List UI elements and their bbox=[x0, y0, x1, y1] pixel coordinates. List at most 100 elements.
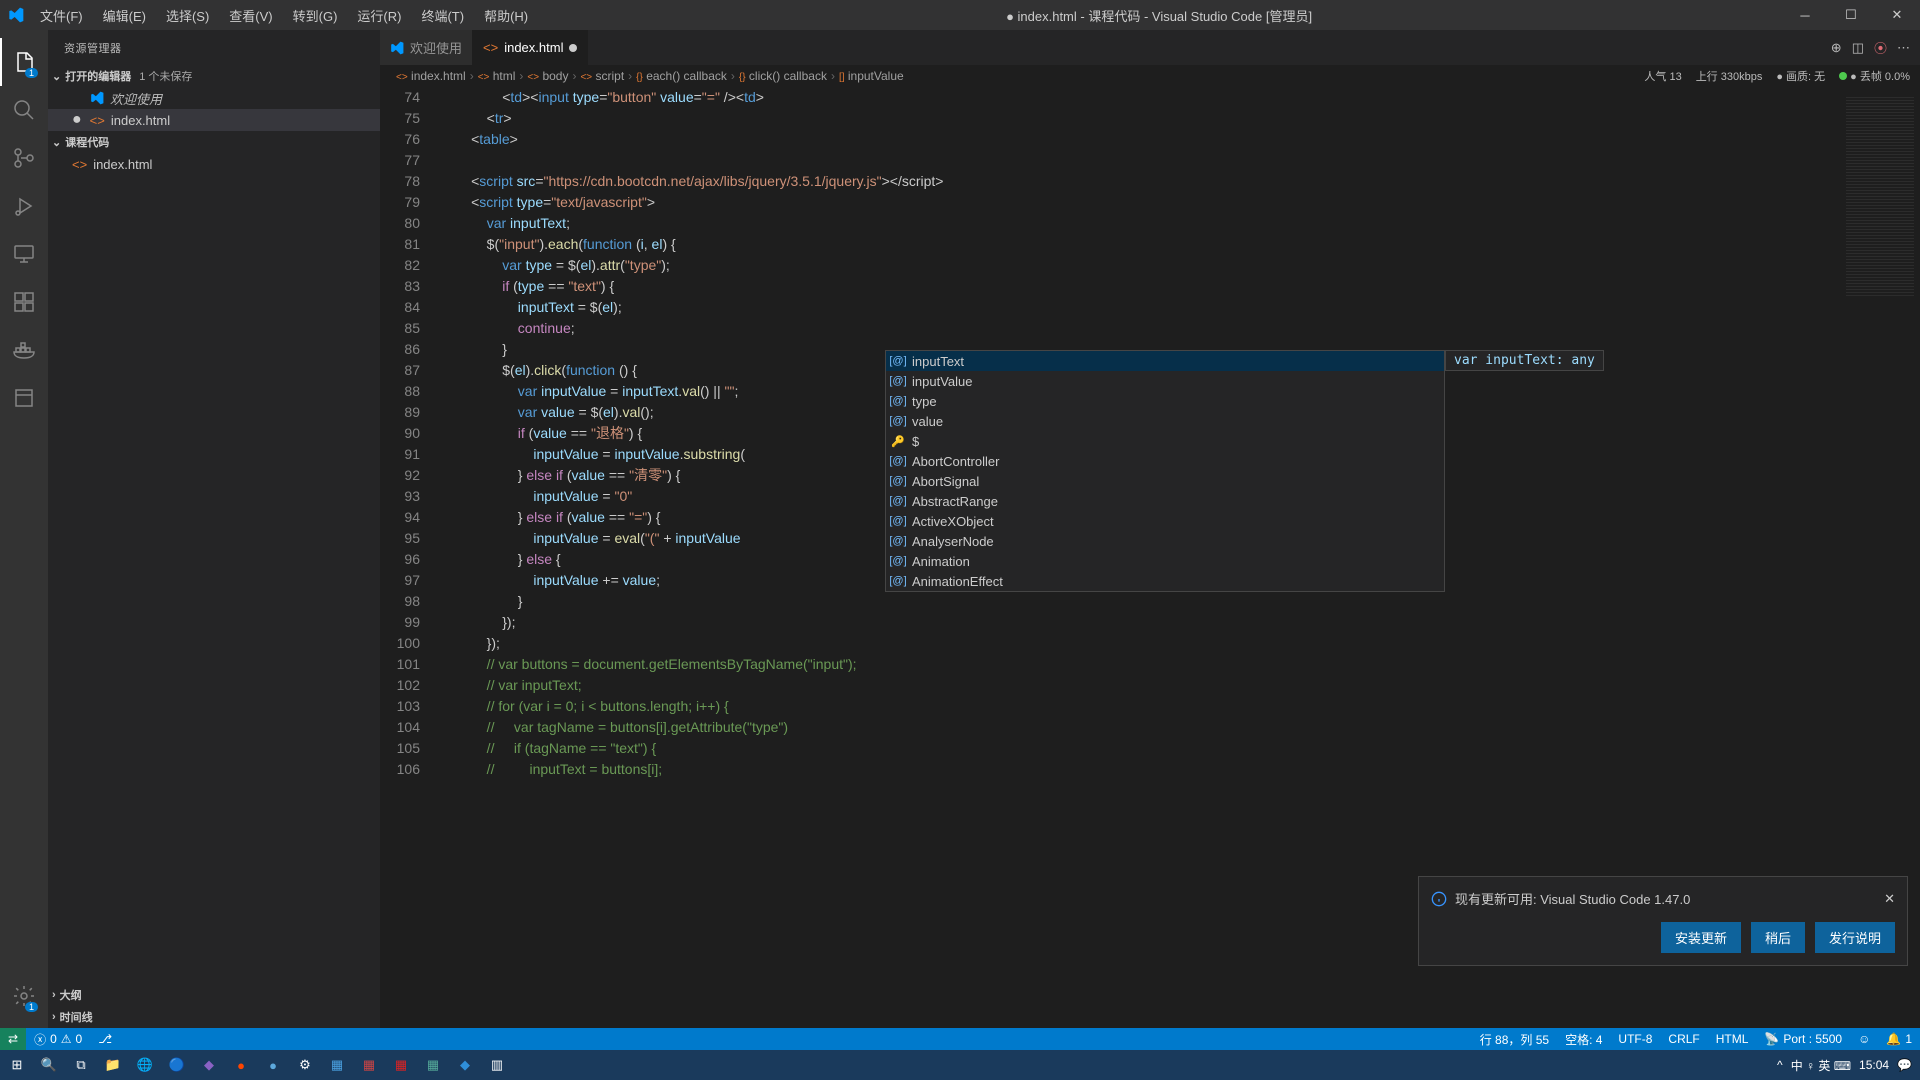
breadcrumb-item[interactable]: [] inputValue bbox=[839, 69, 904, 83]
ime-indicator[interactable]: 中 ♀ 英 ⌨ bbox=[1791, 1057, 1851, 1074]
maximize-button[interactable]: ☐ bbox=[1828, 0, 1874, 30]
vscode-icon bbox=[390, 41, 404, 55]
suggest-label: Animation bbox=[912, 554, 970, 569]
language-indicator[interactable]: HTML bbox=[1708, 1032, 1757, 1046]
source-control-icon[interactable] bbox=[0, 134, 48, 182]
menu-item[interactable]: 选择(S) bbox=[158, 2, 217, 29]
menu-item[interactable]: 编辑(E) bbox=[95, 2, 154, 29]
cursor-position[interactable]: 行 88，列 55 bbox=[1472, 1031, 1557, 1048]
suggest-item[interactable]: 🔑$ bbox=[886, 431, 1444, 451]
problems-indicator[interactable]: ⓧ 0 ⚠ 0 bbox=[26, 1031, 90, 1048]
start-button[interactable]: ⊞ bbox=[2, 1050, 32, 1080]
menu-item[interactable]: 转到(G) bbox=[285, 2, 346, 29]
app-icon[interactable]: ▦ bbox=[322, 1050, 352, 1080]
breadcrumb-item[interactable]: {} click() callback bbox=[739, 69, 827, 83]
suggest-item[interactable]: [@]ActiveXObject bbox=[886, 511, 1444, 531]
open-editor-item[interactable]: 欢迎使用 bbox=[48, 87, 380, 109]
breadcrumb-item[interactable]: {} each() callback bbox=[636, 69, 727, 83]
menu-item[interactable]: 查看(V) bbox=[221, 2, 280, 29]
breadcrumb-item[interactable]: <> html bbox=[478, 69, 516, 83]
run-debug-icon[interactable] bbox=[0, 182, 48, 230]
workspace-header[interactable]: ⌄ 课程代码 bbox=[48, 131, 380, 153]
edge-taskbar-icon[interactable]: 🌐 bbox=[130, 1050, 160, 1080]
suggest-item[interactable]: [@]AbortSignal bbox=[886, 471, 1444, 491]
remote-explorer-icon[interactable] bbox=[0, 230, 48, 278]
bell-icon[interactable]: 🔔 1 bbox=[1878, 1032, 1920, 1046]
menu-item[interactable]: 帮助(H) bbox=[476, 2, 536, 29]
chrome-taskbar-icon[interactable]: 🔵 bbox=[162, 1050, 192, 1080]
tab-actions: ⊕ ◫ ⦿ ⋯ bbox=[1831, 30, 1920, 65]
suggest-label: AnalyserNode bbox=[912, 534, 994, 549]
explorer-icon[interactable]: 1 bbox=[0, 38, 48, 86]
live-server-indicator[interactable]: 📡 Port : 5500 bbox=[1756, 1032, 1850, 1046]
clock[interactable]: 15:04 bbox=[1859, 1058, 1889, 1072]
suggest-item[interactable]: [@] AnalyserNode bbox=[886, 531, 1444, 551]
file-item[interactable]: <>index.html bbox=[48, 153, 380, 175]
suggest-widget[interactable]: [@]inputText[@]inputValue[@]type[@]value… bbox=[885, 350, 1445, 592]
minimize-button[interactable]: ─ bbox=[1782, 0, 1828, 30]
menu-item[interactable]: 文件(F) bbox=[32, 2, 91, 29]
breadcrumb-item[interactable]: <> index.html bbox=[396, 69, 466, 83]
search-button[interactable]: 🔍 bbox=[34, 1050, 64, 1080]
suggest-item[interactable]: [@]inputText bbox=[886, 351, 1444, 371]
more-icon[interactable]: ⋯ bbox=[1897, 40, 1910, 56]
eol-indicator[interactable]: CRLF bbox=[1660, 1032, 1707, 1046]
suggest-item[interactable]: [@]AnimationEffect bbox=[886, 571, 1444, 591]
notification-button[interactable]: 安装更新 bbox=[1661, 922, 1741, 953]
feedback-icon[interactable]: ☺ bbox=[1850, 1032, 1878, 1046]
open-editors-label: 打开的编辑器 bbox=[65, 68, 131, 84]
taskview-button[interactable]: ⧉ bbox=[66, 1050, 96, 1080]
open-editors-header[interactable]: ⌄ 打开的编辑器 1 个未保存 bbox=[48, 65, 380, 87]
open-editor-item[interactable]: ●<>index.html bbox=[48, 109, 380, 131]
breadcrumbs[interactable]: <> index.html›<> html›<> body›<> script›… bbox=[380, 65, 1920, 87]
editor-tab[interactable]: 欢迎使用 bbox=[380, 30, 473, 65]
vs-taskbar-icon[interactable]: ◆ bbox=[194, 1050, 224, 1080]
editor-tab[interactable]: <>index.html bbox=[473, 30, 588, 65]
stat-uplink: 上行 330kbps bbox=[1696, 68, 1763, 84]
suggest-item[interactable]: [@]AbstractRange bbox=[886, 491, 1444, 511]
suggest-kind-icon: [@] bbox=[890, 533, 906, 549]
suggest-kind-icon: [@] bbox=[890, 373, 906, 389]
extensions-icon[interactable] bbox=[0, 278, 48, 326]
app-icon[interactable]: ▥ bbox=[482, 1050, 512, 1080]
suggest-item[interactable]: [@]type bbox=[886, 391, 1444, 411]
notification-button[interactable]: 稍后 bbox=[1751, 922, 1805, 953]
project-manager-icon[interactable] bbox=[0, 374, 48, 422]
remote-indicator[interactable]: ⇄ bbox=[0, 1028, 26, 1050]
app-icon[interactable]: ▦ bbox=[418, 1050, 448, 1080]
suggest-label: ActiveXObject bbox=[912, 514, 994, 529]
explorer-badge: 1 bbox=[25, 68, 38, 78]
notification-close-icon[interactable]: ✕ bbox=[1884, 891, 1895, 907]
indent-indicator[interactable]: 空格: 4 bbox=[1557, 1031, 1610, 1048]
notifications-icon[interactable]: 💬 bbox=[1897, 1058, 1912, 1072]
docker-icon[interactable] bbox=[0, 326, 48, 374]
compass-icon[interactable]: ⊕ bbox=[1831, 40, 1842, 56]
menu-item[interactable]: 终端(T) bbox=[413, 2, 472, 29]
suggest-item[interactable]: [@]Animation bbox=[886, 551, 1444, 571]
live-icon[interactable]: ⦿ bbox=[1874, 38, 1887, 57]
split-icon[interactable]: ◫ bbox=[1852, 40, 1864, 56]
encoding-indicator[interactable]: UTF-8 bbox=[1610, 1032, 1660, 1046]
vscode-taskbar-icon[interactable]: ◆ bbox=[450, 1050, 480, 1080]
app-icon[interactable]: ▦ bbox=[386, 1050, 416, 1080]
app-icon[interactable]: ▦ bbox=[354, 1050, 384, 1080]
search-icon[interactable] bbox=[0, 86, 48, 134]
breadcrumb-item[interactable]: <> body bbox=[527, 69, 568, 83]
explorer-taskbar-icon[interactable]: 📁 bbox=[98, 1050, 128, 1080]
outline-header[interactable]: › 大纲 bbox=[48, 984, 380, 1006]
suggest-item[interactable]: [@]AbortController bbox=[886, 451, 1444, 471]
git-indicator[interactable]: ⎇ bbox=[90, 1032, 120, 1046]
menu-item[interactable]: 运行(R) bbox=[349, 2, 409, 29]
app-icon[interactable]: ● bbox=[258, 1050, 288, 1080]
app-icon[interactable]: ● bbox=[226, 1050, 256, 1080]
settings-taskbar-icon[interactable]: ⚙ bbox=[290, 1050, 320, 1080]
suggest-item[interactable]: [@]value bbox=[886, 411, 1444, 431]
breadcrumb-item[interactable]: <> script bbox=[580, 69, 624, 83]
settings-gear-icon[interactable]: 1 bbox=[0, 972, 48, 1020]
system-tray[interactable]: ^ 中 ♀ 英 ⌨ 15:04 💬 bbox=[1777, 1057, 1920, 1074]
timeline-header[interactable]: › 时间线 bbox=[48, 1006, 380, 1028]
notification-button[interactable]: 发行说明 bbox=[1815, 922, 1895, 953]
suggest-item[interactable]: [@]inputValue bbox=[886, 371, 1444, 391]
tray-expand-icon[interactable]: ^ bbox=[1777, 1058, 1783, 1072]
close-button[interactable]: ✕ bbox=[1874, 0, 1920, 30]
